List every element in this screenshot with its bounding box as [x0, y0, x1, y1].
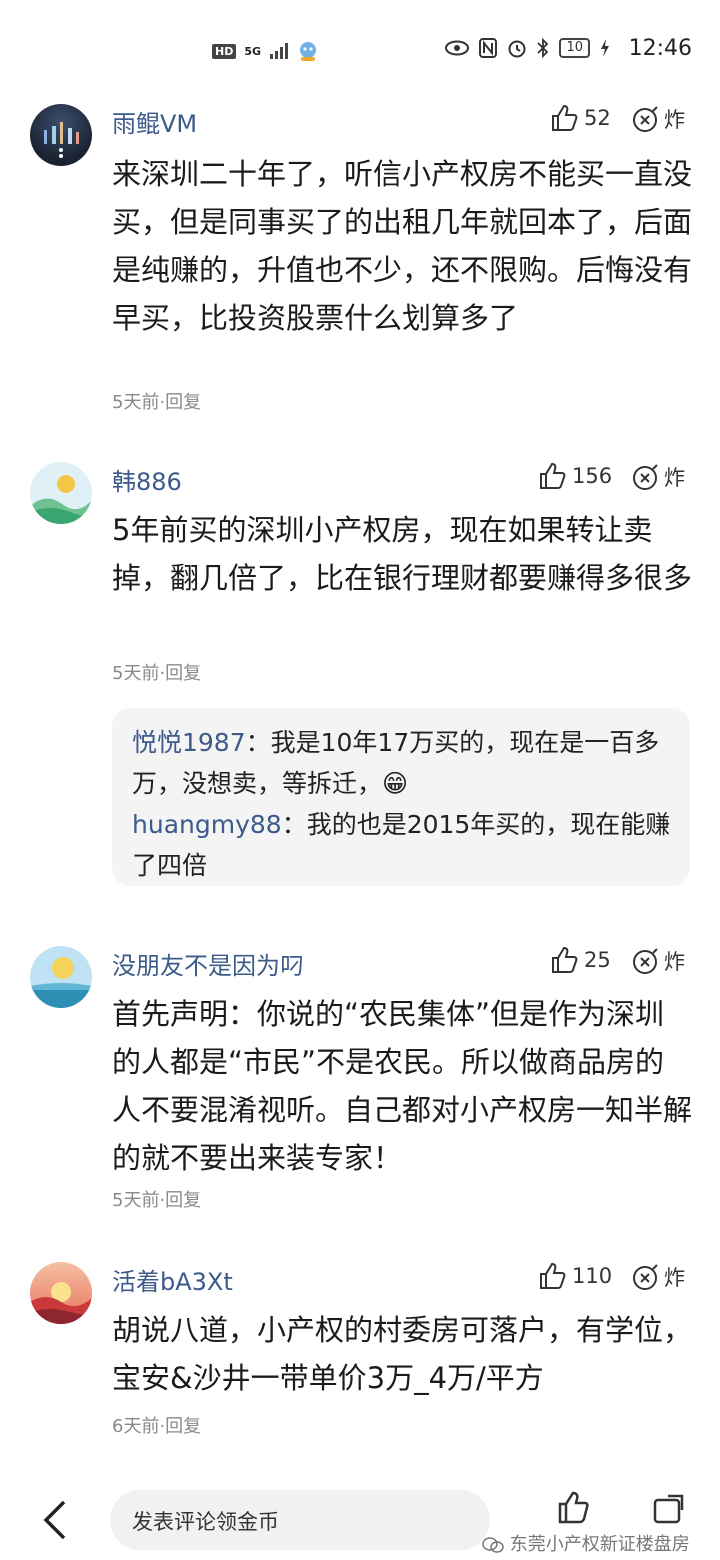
boom-button[interactable]: 炸 [632, 104, 685, 134]
like-button[interactable]: 25 [550, 946, 611, 974]
battery-icon: 10 [559, 38, 590, 58]
boom-label: 炸 [664, 108, 685, 132]
reply-username[interactable]: 悦悦1987 [132, 728, 246, 757]
avatar-image [30, 475, 92, 524]
comment-text: 来深圳二十年了，听信小产权房不能买一直没买，但是同事买了的出租几年就回本了，后面… [112, 157, 693, 335]
like-count: 156 [572, 464, 613, 488]
app-notification-icon [300, 42, 317, 61]
boom-button[interactable]: 炸 [632, 946, 685, 976]
boom-button[interactable]: 炸 [632, 462, 685, 492]
like-button[interactable]: 52 [550, 104, 611, 132]
username[interactable]: 活着bA3Xt [112, 1262, 233, 1297]
like-count: 110 [572, 1264, 613, 1288]
bomb-icon [633, 106, 658, 132]
status-right: 10 [445, 38, 610, 58]
comment-text: 5年前买的深圳小产权房，现在如果转让卖掉，翻几倍了，比在银行理财都要赚得多很多 [112, 513, 693, 595]
like-count: 25 [584, 948, 611, 972]
thumbs-up-icon [540, 1262, 566, 1289]
avatar-image [30, 957, 92, 1008]
avatar[interactable] [30, 462, 92, 524]
reply-1[interactable]: 悦悦1987：我是10年17万买的，现在是一百多万，没想卖，等拆迁，😁 [132, 722, 672, 804]
like-icon[interactable] [556, 1490, 590, 1524]
username[interactable]: 韩886 [112, 462, 182, 497]
bomb-icon [633, 464, 658, 490]
username[interactable]: 没朋友不是因为叼 [112, 946, 304, 981]
reply-username[interactable]: huangmy88 [132, 810, 282, 839]
like-count: 52 [584, 106, 611, 130]
thumbs-up-icon [552, 104, 578, 131]
share-icon[interactable] [652, 1492, 686, 1526]
watermark: 东莞小产权新证楼盘房 [482, 1530, 690, 1556]
charging-icon [601, 39, 609, 57]
boom-label: 炸 [664, 466, 685, 490]
hd-icon: HD [212, 43, 237, 59]
bluetooth-icon [537, 38, 549, 58]
avatar-image [44, 122, 79, 158]
wechat-icon [482, 1537, 504, 1553]
comment-meta[interactable]: 6天前·回复 [112, 1412, 201, 1438]
status-bar: HD 5G 10 12:46 [0, 0, 720, 100]
bomb-icon [633, 948, 658, 974]
comment-input[interactable]: 发表评论领金币 [110, 1490, 490, 1550]
comment-meta[interactable]: 5天前·回复 [112, 659, 201, 685]
network-label: 5G [244, 44, 262, 58]
thumbs-up-icon [552, 946, 578, 973]
nfc-icon [479, 38, 498, 58]
bomb-icon [633, 1264, 658, 1290]
boom-label: 炸 [664, 950, 685, 974]
avatar-image [30, 1282, 92, 1324]
avatar[interactable] [30, 104, 92, 166]
watermark-text: 东莞小产权新证楼盘房 [509, 1534, 690, 1555]
clock: 12:46 [628, 36, 692, 61]
like-button[interactable]: 156 [538, 462, 612, 490]
reply-2[interactable]: huangmy88：我的也是2015年买的，现在能赚了四倍 [132, 804, 672, 886]
comment-text: 首先声明：你说的“农民集体”但是作为深圳的人都是“市民”不是农民。所以做商品房的… [112, 997, 693, 1175]
avatar[interactable] [30, 946, 92, 1008]
avatar[interactable] [30, 1262, 92, 1324]
eye-icon [445, 40, 470, 56]
comment-placeholder: 发表评论领金币 [132, 1510, 279, 1534]
alarm-icon [508, 40, 526, 58]
like-button[interactable]: 110 [538, 1262, 612, 1290]
comment-text: 胡说八道，小产权的村委房可落户，有学位，宝安&沙井一带单价3万_4万/平方 [112, 1313, 693, 1395]
back-arrow-icon[interactable] [40, 1500, 70, 1540]
comment-meta[interactable]: 5天前·回复 [112, 388, 201, 414]
signal-icon [270, 43, 289, 59]
thumbs-up-icon [540, 462, 566, 489]
reply-box[interactable]: 悦悦1987：我是10年17万买的，现在是一百多万，没想卖，等拆迁，😁 huan… [112, 708, 690, 886]
username[interactable]: 雨鲲VM [112, 104, 197, 139]
comment-meta[interactable]: 5天前·回复 [112, 1186, 201, 1212]
status-left: HD 5G [212, 40, 319, 62]
boom-button[interactable]: 炸 [632, 1262, 685, 1292]
boom-label: 炸 [664, 1266, 685, 1290]
